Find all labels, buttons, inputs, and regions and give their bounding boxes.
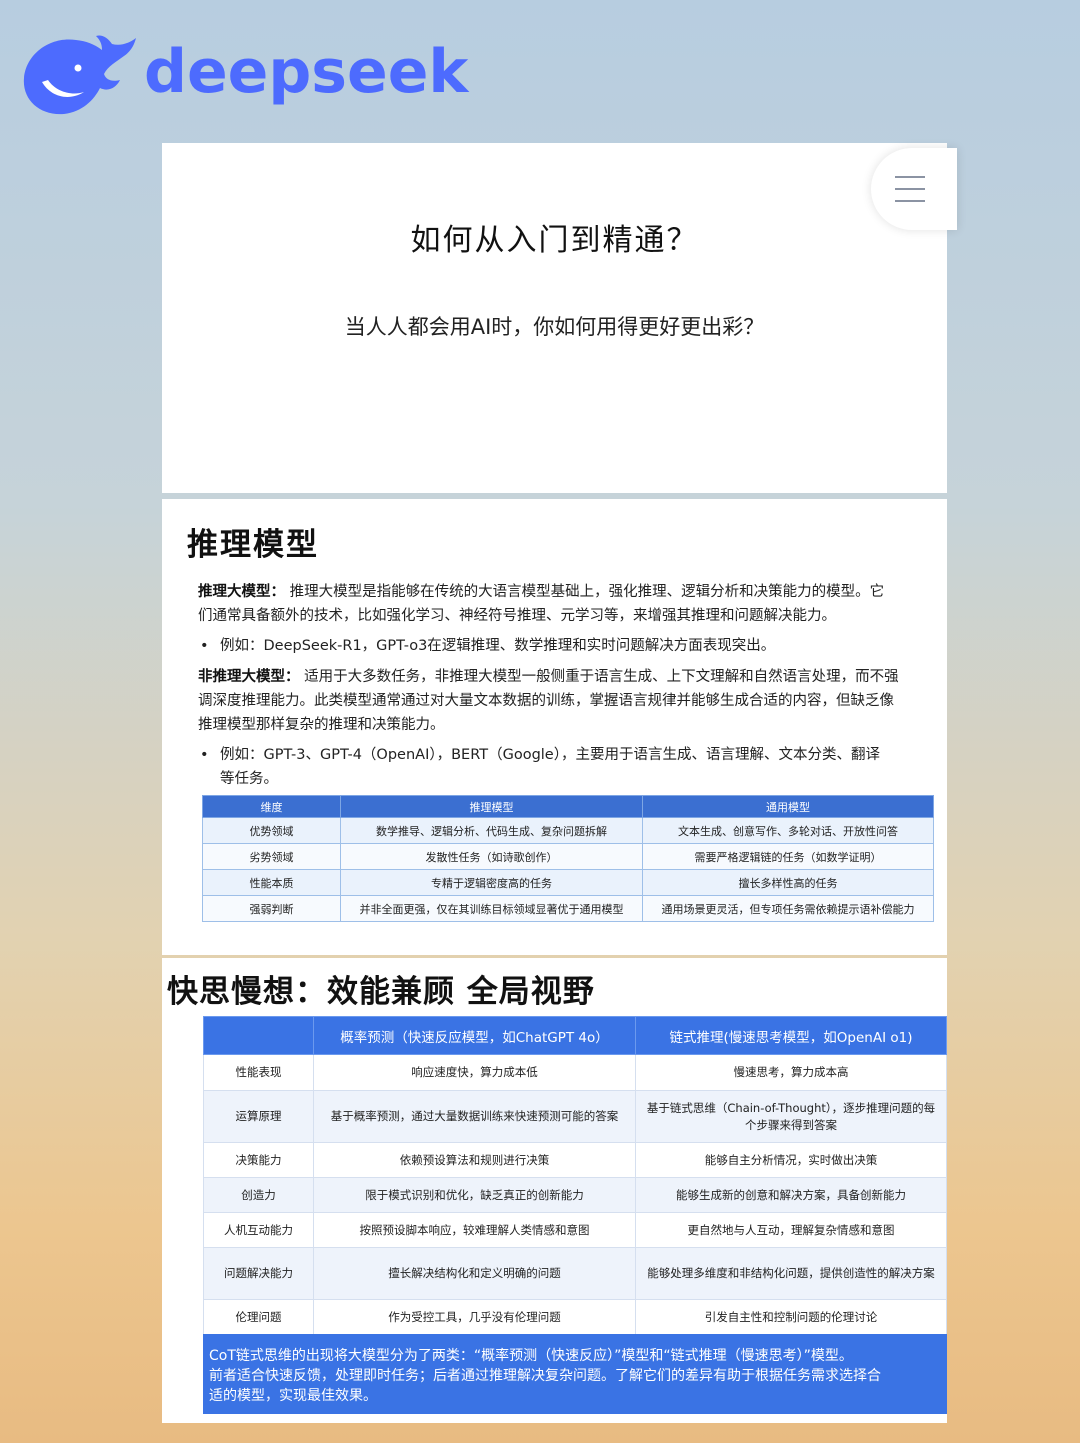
table-cell: 作为受控工具，几乎没有伦理问题: [313, 1299, 636, 1335]
paragraph-text: 们通常具备额外的技术，比如强化学习、神经符号推理、元学习等，来增强其推理和问题解…: [198, 608, 836, 624]
table-header: 通用模型: [642, 795, 934, 818]
table-cell: 引发自主性和控制问题的伦理讨论: [635, 1299, 947, 1335]
whale-icon: [23, 35, 136, 115]
table-row: 性能本质 专精于逻辑密度高的任务 擅长多样性高的任务: [202, 869, 934, 896]
table-cell: 优势领域: [202, 817, 341, 844]
table-header: 链式推理(慢速思考模型，如OpenAI o1): [635, 1016, 947, 1055]
page-title: 如何从入门到精通？: [410, 223, 699, 258]
table-cell: 响应速度快，算力成本低: [313, 1054, 636, 1091]
hamburger-menu-icon: [895, 171, 925, 207]
table-header: 概率预测（快速反应模型，如ChatGPT 4o）: [313, 1016, 636, 1055]
table-cell: 专精于逻辑密度高的任务: [340, 869, 643, 896]
table-cell: 劣势领域: [202, 843, 341, 870]
table-cell: 依赖预设算法和规则进行决策: [313, 1142, 636, 1178]
table-cell: 伦理问题: [203, 1299, 314, 1335]
table-header: 推理模型: [340, 795, 643, 818]
table-cell: 并非全面更强，仅在其训练目标领域显著优于通用模型: [340, 895, 643, 922]
table-cell: 基于链式思维（Chain-of-Thought），逐步推理问题的每个步骤来得到答…: [635, 1090, 947, 1143]
table-cell: 擅长多样性高的任务: [642, 869, 934, 896]
table-cell: 问题解决能力: [203, 1247, 314, 1300]
table-row: 创造力 限于模式识别和优化，缺乏真正的创新能力 能够生成新的创意和解决方案，具备…: [203, 1177, 947, 1213]
table-cell: 基于概率预测，通过大量数据训练来快速预测可能的答案: [313, 1090, 636, 1143]
table-row: 人机互动能力 按照预设脚本响应，较难理解人类情感和意图 更自然地与人互动，理解复…: [203, 1212, 947, 1248]
table-cell: 需要严格逻辑链的任务（如数学证明）: [642, 843, 934, 870]
thinking-mode-table: 概率预测（快速反应模型，如ChatGPT 4o） 链式推理(慢速思考模型，如Op…: [203, 1016, 947, 1335]
table-header-row: 维度 推理模型 通用模型: [202, 795, 934, 818]
deepseek-logo: deepseek: [12, 24, 468, 124]
table-header: [203, 1016, 314, 1055]
table-cell: 更自然地与人互动，理解复杂情感和意图: [635, 1212, 947, 1248]
table-row: 强弱判断 并非全面更强，仅在其训练目标领域显著优于通用模型 通用场景更灵活，但专…: [202, 895, 934, 922]
paragraph-text: 推理大模型是指能够在传统的大语言模型基础上，强化推理、逻辑分析和决策能力的模型。…: [289, 584, 885, 600]
table-cell: 能够生成新的创意和解决方案，具备创新能力: [635, 1177, 947, 1213]
table-cell: 能够自主分析情况，实时做出决策: [635, 1142, 947, 1178]
table-row: 问题解决能力 擅长解决结构化和定义明确的问题 能够处理多维度和非结构化问题，提供…: [203, 1247, 947, 1300]
table-cell: 按照预设脚本响应，较难理解人类情感和意图: [313, 1212, 636, 1248]
page-subtitle: 当人人都会用AI时，你如何用得更好更出彩？: [344, 315, 765, 339]
summary-text: 前者适合快速反馈，处理即时任务；后者通过推理解决复杂问题。了解它们的差异有助于根…: [209, 1368, 881, 1384]
paragraph-text: 推理模型那样复杂的推理和决策能力。: [198, 717, 445, 733]
table-row: 劣势领域 发散性任务（如诗歌创作） 需要严格逻辑链的任务（如数学证明）: [202, 843, 934, 870]
summary-text: 适的模型，实现最佳效果。: [209, 1388, 377, 1404]
model-comparison-table: 维度 推理模型 通用模型 优势领域 数学推导、逻辑分析、代码生成、复杂问题拆解 …: [202, 795, 934, 922]
table-cell: 数学推导、逻辑分析、代码生成、复杂问题拆解: [340, 817, 643, 844]
table-cell: 文本生成、创意写作、多轮对话、开放性问答: [642, 817, 934, 844]
table-row: 性能表现 响应速度快，算力成本低 慢速思考，算力成本高: [203, 1054, 947, 1091]
table-cell: 人机互动能力: [203, 1212, 314, 1248]
table-cell: 强弱判断: [202, 895, 341, 922]
summary-text: CoT链式思维的出现将大模型分为了两类：“概率预测（快速反应）”模型和“链式推理…: [209, 1348, 853, 1364]
hero-card: 如何从入门到精通？ 当人人都会用AI时，你如何用得更好更出彩？: [162, 143, 957, 493]
table-row: 运算原理 基于概率预测，通过大量数据训练来快速预测可能的答案 基于链式思维（Ch…: [203, 1090, 947, 1143]
brand-name: deepseek: [144, 37, 469, 107]
paragraph-label: 推理大模型：: [198, 584, 285, 600]
table-cell: 性能本质: [202, 869, 341, 896]
paragraph-label: 非推理大模型：: [198, 669, 300, 685]
table-cell: 慢速思考，算力成本高: [635, 1054, 947, 1091]
menu-button[interactable]: [871, 148, 957, 230]
table-header: 维度: [202, 795, 341, 818]
non-reasoning-model-paragraph: 非推理大模型： 适用于大多数任务，非推理大模型一般侧重于语言生成、上下文理解和自…: [198, 665, 938, 737]
section-title: 快思慢想：效能兼顾 全局视野: [167, 974, 595, 1010]
paragraph-text: 调深度推理能力。此类模型通常通过对大量文本数据的训练，掌握语言规律并能够生成合适…: [198, 693, 894, 709]
table-cell: 创造力: [203, 1177, 314, 1213]
bullet-item: 例如：DeepSeek-R1，GPT-o3在逻辑推理、数学推理和实时问题解决方面…: [198, 634, 938, 658]
table-row: 伦理问题 作为受控工具，几乎没有伦理问题 引发自主性和控制问题的伦理讨论: [203, 1299, 947, 1335]
table-cell: 发散性任务（如诗歌创作）: [340, 843, 643, 870]
paragraph-text: 适用于大多数任务，非推理大模型一般侧重于语言生成、上下文理解和自然语言处理，而不…: [304, 669, 899, 685]
reasoning-model-paragraph: 推理大模型： 推理大模型是指能够在传统的大语言模型基础上，强化推理、逻辑分析和决…: [198, 580, 938, 628]
section-title: 推理模型: [187, 527, 319, 563]
table-cell: 性能表现: [203, 1054, 314, 1091]
table-cell: 限于模式识别和优化，缺乏真正的创新能力: [313, 1177, 636, 1213]
summary-box: CoT链式思维的出现将大模型分为了两类：“概率预测（快速反应）”模型和“链式推理…: [203, 1334, 947, 1414]
table-cell: 运算原理: [203, 1090, 314, 1143]
table-header-row: 概率预测（快速反应模型，如ChatGPT 4o） 链式推理(慢速思考模型，如Op…: [203, 1016, 947, 1055]
table-cell: 擅长解决结构化和定义明确的问题: [313, 1247, 636, 1300]
table-row: 优势领域 数学推导、逻辑分析、代码生成、复杂问题拆解 文本生成、创意写作、多轮对…: [202, 817, 934, 844]
bullet-item: 例如：GPT-3、GPT-4（OpenAI），BERT（Google），主要用于…: [198, 743, 938, 791]
table-cell: 能够处理多维度和非结构化问题，提供创造性的解决方案: [635, 1247, 947, 1300]
table-cell: 通用场景更灵活，但专项任务需依赖提示语补偿能力: [642, 895, 934, 922]
table-cell: 决策能力: [203, 1142, 314, 1178]
table-row: 决策能力 依赖预设算法和规则进行决策 能够自主分析情况，实时做出决策: [203, 1142, 947, 1178]
reasoning-model-section: 推理模型 推理大模型： 推理大模型是指能够在传统的大语言模型基础上，强化推理、逻…: [162, 499, 947, 955]
